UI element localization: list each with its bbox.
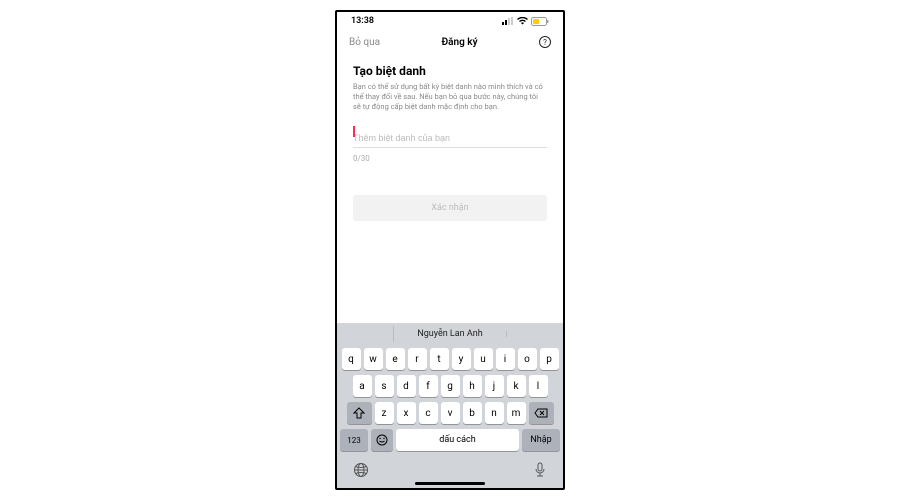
confirm-button[interactable]: Xác nhận [353,195,547,221]
key-k[interactable]: k [507,375,526,397]
suggestion-middle[interactable]: Nguyễn Lan Anh [393,326,506,342]
status-bar: 13:38 [337,12,563,30]
home-indicator[interactable] [415,482,485,485]
page-title: Đăng ký [442,37,478,48]
nav-bar: Bỏ qua Đăng ký ? [337,30,563,54]
key-z[interactable]: z [375,402,394,424]
key-u[interactable]: u [474,348,493,370]
phone-frame: 13:38 Bỏ qua Đăng ký ? Tạo biệt danh Bạn… [335,10,565,490]
status-right [502,17,549,26]
key-c[interactable]: c [419,402,438,424]
key-p[interactable]: p [540,348,559,370]
key-q[interactable]: q [342,348,361,370]
suggestion-right[interactable] [506,331,563,337]
key-x[interactable]: x [397,402,416,424]
key-v[interactable]: v [441,402,460,424]
key-e[interactable]: e [386,348,405,370]
text-cursor-icon [353,126,355,137]
status-time: 13:38 [351,16,374,26]
key-m[interactable]: m [507,402,526,424]
key-b[interactable]: b [463,402,482,424]
key-w[interactable]: w [364,348,383,370]
on-screen-keyboard: Nguyễn Lan Anh q w e r t y u i o p a s d… [337,323,563,488]
nickname-input-wrap[interactable] [353,126,547,148]
suggestion-left[interactable] [337,331,393,337]
key-t[interactable]: t [430,348,449,370]
key-j[interactable]: j [485,375,504,397]
description-text: Bạn có thể sử dụng bất kỳ biệt danh nào … [353,82,547,112]
numeric-key[interactable]: 123 [340,429,368,451]
battery-icon [531,17,549,26]
help-icon[interactable]: ? [539,36,551,48]
space-key[interactable]: dấu cách [396,429,519,451]
key-l[interactable]: l [529,375,548,397]
key-f[interactable]: f [419,375,438,397]
keyboard-footer [337,458,563,480]
enter-key[interactable]: Nhập [522,429,560,451]
key-y[interactable]: y [452,348,471,370]
key-a[interactable]: a [353,375,372,397]
wifi-icon [517,17,528,25]
suggestion-bar: Nguyễn Lan Anh [337,323,563,345]
key-rows: q w e r t y u i o p a s d f g h j k l [337,345,563,458]
nickname-input[interactable] [353,133,547,143]
skip-button[interactable]: Bỏ qua [349,37,380,48]
key-i[interactable]: i [496,348,515,370]
key-r[interactable]: r [408,348,427,370]
char-counter: 0/30 [353,154,547,163]
key-o[interactable]: o [518,348,537,370]
shift-key[interactable] [347,402,372,424]
main-content: Tạo biệt danh Bạn có thể sử dụng bất kỳ … [337,54,563,323]
backspace-key[interactable] [529,402,554,424]
heading: Tạo biệt danh [353,64,547,78]
key-row-bottom: 123 dấu cách Nhập [339,429,561,451]
key-row-3: z x c v b n m [339,402,561,424]
key-row-1: q w e r t y u i o p [339,348,561,370]
key-n[interactable]: n [485,402,504,424]
emoji-key[interactable] [371,429,393,451]
mic-icon[interactable] [533,462,547,478]
key-g[interactable]: g [441,375,460,397]
key-h[interactable]: h [463,375,482,397]
key-s[interactable]: s [375,375,394,397]
key-row-2: a s d f g h j k l [339,375,561,397]
cellular-signal-icon [502,17,514,25]
key-d[interactable]: d [397,375,416,397]
globe-icon[interactable] [353,462,369,478]
